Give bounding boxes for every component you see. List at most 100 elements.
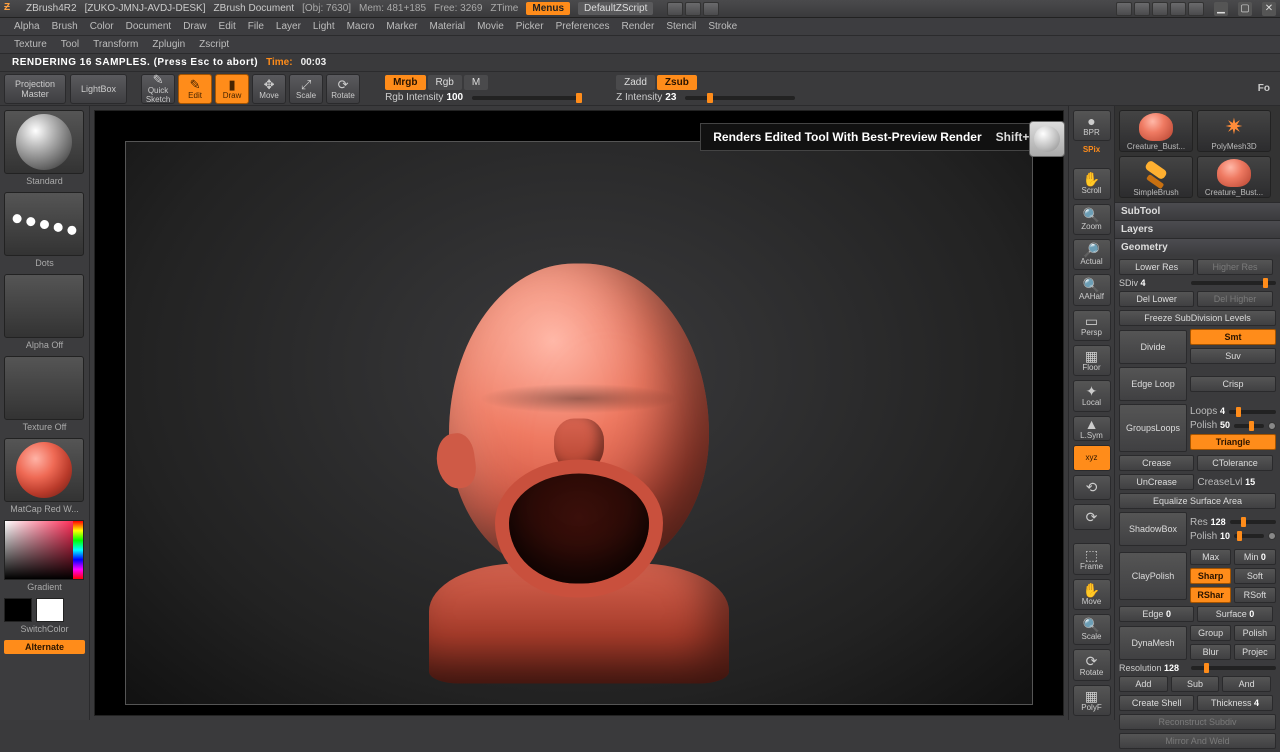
secondary-color-chip[interactable] xyxy=(4,598,32,622)
menu-item[interactable]: Edit xyxy=(219,21,236,32)
polish-slider[interactable] xyxy=(1234,424,1264,428)
rsharp-button[interactable]: RShar xyxy=(1190,587,1231,603)
groupsloops-button[interactable]: GroupsLoops xyxy=(1119,404,1187,452)
zsub-toggle[interactable]: Zsub xyxy=(657,75,697,90)
menu-item[interactable]: Stencil xyxy=(666,21,696,32)
group-toggle[interactable]: Group xyxy=(1190,625,1231,641)
sub-button[interactable]: Sub xyxy=(1171,676,1220,692)
add-button[interactable]: Add xyxy=(1119,676,1168,692)
gradient-label[interactable]: Gradient xyxy=(4,582,85,592)
tool-thumb[interactable]: Creature_Bust... xyxy=(1197,156,1271,198)
loop-button-1[interactable]: ⟲ xyxy=(1073,475,1111,500)
actual-button[interactable]: 🔎Actual xyxy=(1073,239,1111,270)
menu-item[interactable]: Tool xyxy=(61,39,79,50)
xyz-button[interactable]: xyz xyxy=(1073,445,1111,470)
menu-item[interactable]: Brush xyxy=(52,21,78,32)
projection-master-button[interactable]: Projection Master xyxy=(4,74,66,104)
divide-button[interactable]: Divide xyxy=(1119,330,1187,364)
lsym-button[interactable]: ▲L.Sym xyxy=(1073,416,1111,441)
scroll-button[interactable]: ✋Scroll xyxy=(1073,168,1111,199)
tool-thumb[interactable]: PolyMesh3D xyxy=(1197,110,1271,152)
switch-color-button[interactable]: SwitchColor xyxy=(4,624,85,634)
menu-item[interactable]: Document xyxy=(126,21,172,32)
menu-item[interactable]: Material xyxy=(430,21,466,32)
alpha-swatch[interactable] xyxy=(4,274,84,338)
viewport[interactable]: Renders Edited Tool With Best-Preview Re… xyxy=(94,110,1064,716)
tray-icon[interactable] xyxy=(685,2,701,16)
ctolerance-button[interactable]: CTolerance xyxy=(1197,455,1272,471)
frame-button[interactable]: ⬚Frame xyxy=(1073,543,1111,574)
suv-toggle[interactable]: Suv xyxy=(1190,348,1276,364)
reconstruct-button[interactable]: Reconstruct Subdiv xyxy=(1119,714,1276,730)
floor-button[interactable]: ▦Floor xyxy=(1073,345,1111,376)
sdiv-slider[interactable] xyxy=(1191,281,1276,285)
tool-thumb[interactable]: Creature_Bust... xyxy=(1119,110,1193,152)
menu-item[interactable]: Stroke xyxy=(708,21,737,32)
stroke-swatch[interactable] xyxy=(4,192,84,256)
polish2-mode-dot[interactable] xyxy=(1268,532,1276,540)
rotate-mode-button[interactable]: ⟳Rotate xyxy=(326,74,360,104)
claypolish-button[interactable]: ClayPolish xyxy=(1119,552,1187,600)
zadd-toggle[interactable]: Zadd xyxy=(616,75,655,90)
quicksketch-button[interactable]: ✎QuickSketch xyxy=(141,74,175,104)
del-higher-button[interactable]: Del Higher xyxy=(1197,291,1272,307)
dynamesh-button[interactable]: DynaMesh xyxy=(1119,626,1187,660)
persp-button[interactable]: ▭Persp xyxy=(1073,310,1111,341)
menu-item[interactable]: Marker xyxy=(386,21,417,32)
bpr-button[interactable]: ●BPR xyxy=(1073,110,1111,141)
lock-icon[interactable] xyxy=(1188,2,1204,16)
rgb-intensity-slider[interactable] xyxy=(472,96,582,100)
maximize-button[interactable]: ▢ xyxy=(1238,2,1252,16)
triangle-toggle[interactable]: Triangle xyxy=(1190,434,1276,450)
sharp-button[interactable]: Sharp xyxy=(1190,568,1231,584)
move-mode-button[interactable]: ✥Move xyxy=(252,74,286,104)
m-toggle[interactable]: M xyxy=(464,75,488,90)
close-button[interactable]: ✕ xyxy=(1262,2,1276,16)
color-picker[interactable] xyxy=(4,520,84,580)
doc-icon[interactable] xyxy=(1134,2,1150,16)
mirror-weld-button[interactable]: Mirror And Weld xyxy=(1119,733,1276,749)
menu-item[interactable]: File xyxy=(248,21,264,32)
and-button[interactable]: And xyxy=(1222,676,1271,692)
smt-toggle[interactable]: Smt xyxy=(1190,329,1276,345)
spix-label[interactable]: SPix xyxy=(1083,145,1100,154)
doc-icon[interactable] xyxy=(1152,2,1168,16)
move-view-button[interactable]: ✋Move xyxy=(1073,579,1111,610)
res-slider[interactable] xyxy=(1230,520,1276,524)
del-lower-button[interactable]: Del Lower xyxy=(1119,291,1194,307)
scale-view-button[interactable]: 🔍Scale xyxy=(1073,614,1111,645)
tray-icon[interactable] xyxy=(667,2,683,16)
soft-button[interactable]: Soft xyxy=(1234,568,1275,584)
edit-mode-button[interactable]: ✎Edit xyxy=(178,74,212,104)
mrgb-toggle[interactable]: Mrgb xyxy=(385,75,425,90)
crisp-toggle[interactable]: Crisp xyxy=(1190,376,1276,392)
default-zscript-button[interactable]: DefaultZScript xyxy=(578,2,653,15)
edgeloop-button[interactable]: Edge Loop xyxy=(1119,367,1187,401)
rgb-toggle[interactable]: Rgb xyxy=(428,75,462,90)
zoom-button[interactable]: 🔍Zoom xyxy=(1073,204,1111,235)
lower-res-button[interactable]: Lower Res xyxy=(1119,259,1194,275)
z-intensity-slider[interactable] xyxy=(685,96,795,100)
scale-mode-button[interactable]: ⤢Scale xyxy=(289,74,323,104)
menu-item[interactable]: Light xyxy=(313,21,335,32)
bpr-hover-target[interactable] xyxy=(1029,121,1065,157)
alternate-button[interactable]: Alternate xyxy=(4,640,85,654)
menu-item[interactable]: Texture xyxy=(14,39,47,50)
tray-icon[interactable] xyxy=(703,2,719,16)
loops-slider[interactable] xyxy=(1229,410,1276,414)
create-shell-button[interactable]: Create Shell xyxy=(1119,695,1194,711)
freeze-subdiv-button[interactable]: Freeze SubDivision Levels xyxy=(1119,310,1276,326)
lightbox-button[interactable]: LightBox xyxy=(70,74,127,104)
rsoft-button[interactable]: RSoft xyxy=(1234,587,1275,603)
menu-item[interactable]: Color xyxy=(90,21,114,32)
polyf-button[interactable]: ▦PolyF xyxy=(1073,685,1111,716)
geometry-header[interactable]: Geometry xyxy=(1115,239,1280,256)
menu-item[interactable]: Picker xyxy=(516,21,544,32)
menu-item[interactable]: Render xyxy=(622,21,655,32)
menus-button[interactable]: Menus xyxy=(526,2,570,15)
max-button[interactable]: Max xyxy=(1190,549,1231,565)
polish-mode-dot[interactable] xyxy=(1268,422,1276,430)
subtool-header[interactable]: SubTool xyxy=(1115,203,1280,220)
menu-item[interactable]: Macro xyxy=(347,21,375,32)
primary-color-chip[interactable] xyxy=(36,598,64,622)
